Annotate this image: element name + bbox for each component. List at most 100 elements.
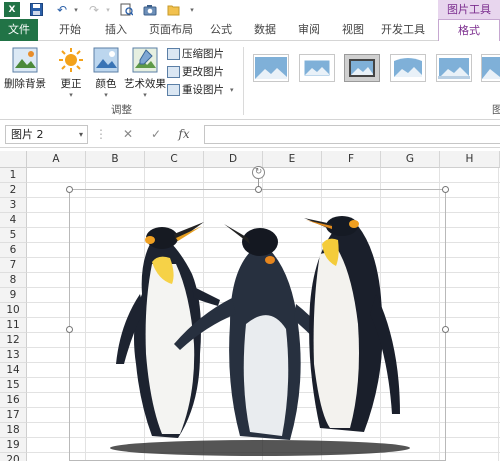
- row-header-2[interactable]: 2: [0, 183, 27, 198]
- customize-quick-access-icon[interactable]: ▾: [184, 2, 200, 17]
- tab-data[interactable]: 数据: [248, 19, 282, 41]
- tab-format[interactable]: 格式: [438, 19, 500, 42]
- formula-bar: 图片 2 ▾ ⋮ ✕ ✓ fx: [0, 120, 500, 148]
- chevron-down-icon: ▾: [104, 91, 108, 99]
- row-header-16[interactable]: 16: [0, 393, 27, 408]
- compress-pictures-button[interactable]: 压缩图片: [167, 46, 224, 61]
- open-folder-icon[interactable]: [166, 2, 182, 17]
- group-label-adjust: 调整: [111, 104, 132, 116]
- tab-developer[interactable]: 开发工具: [376, 19, 430, 41]
- change-picture-icon: [167, 65, 180, 78]
- tab-formulas[interactable]: 公式: [204, 19, 238, 41]
- reset-picture-icon: [167, 83, 180, 96]
- tab-review[interactable]: 审阅: [292, 19, 326, 41]
- redo-dropdown-icon[interactable]: ▾: [100, 2, 116, 17]
- column-header-H[interactable]: H: [440, 151, 500, 168]
- chevron-down-icon: ▾: [143, 91, 147, 99]
- tab-home[interactable]: 开始: [50, 19, 90, 41]
- row-header-5[interactable]: 5: [0, 228, 27, 243]
- remove-background-icon: [12, 47, 38, 73]
- compress-pictures-label: 压缩图片: [182, 48, 224, 60]
- group-label-picture-styles: 图: [492, 104, 500, 116]
- tab-page-layout[interactable]: 页面布局: [142, 19, 200, 41]
- row-header-19[interactable]: 19: [0, 438, 27, 453]
- row-header-20[interactable]: 20: [0, 453, 27, 461]
- column-header-D[interactable]: D: [204, 151, 263, 168]
- row-header-12[interactable]: 12: [0, 333, 27, 348]
- column-header-C[interactable]: C: [145, 151, 204, 168]
- corrections-button[interactable]: 更正 ▾: [56, 47, 86, 99]
- sun-icon: [58, 47, 84, 73]
- penguin-right: [304, 216, 400, 432]
- column-header-E[interactable]: E: [263, 151, 322, 168]
- resize-handle-right[interactable]: [442, 326, 449, 333]
- insert-function-icon[interactable]: fx: [176, 126, 192, 142]
- tab-insert[interactable]: 插入: [96, 19, 136, 41]
- row-header-13[interactable]: 13: [0, 348, 27, 363]
- cancel-icon[interactable]: ✕: [120, 126, 136, 142]
- picture-style-5[interactable]: [436, 54, 472, 82]
- resize-handle-left[interactable]: [66, 326, 73, 333]
- color-picture-icon: [93, 47, 119, 73]
- row-header-6[interactable]: 6: [0, 243, 27, 258]
- enter-icon[interactable]: ✓: [148, 126, 164, 142]
- row-header-4[interactable]: 4: [0, 213, 27, 228]
- chevron-down-icon[interactable]: ▾: [230, 86, 234, 94]
- picture-style-4[interactable]: [390, 54, 426, 82]
- ribbon-format: 删除背景 更正 ▾ 颜色 ▾ 艺术效果 ▾ 压缩图片 更改图片 重设图片 ▾ 调…: [0, 41, 500, 120]
- camera-icon[interactable]: [142, 2, 158, 17]
- row-header-3[interactable]: 3: [0, 198, 27, 213]
- resize-handle-top[interactable]: [255, 186, 262, 193]
- more-options-icon: ⋮: [95, 127, 107, 141]
- picture-tools-header: 图片工具: [438, 0, 500, 19]
- tab-file[interactable]: 文件: [0, 19, 38, 41]
- resize-handle-top-left[interactable]: [66, 186, 73, 193]
- name-box-value: 图片 2: [11, 128, 44, 141]
- tab-view[interactable]: 视图: [336, 19, 370, 41]
- row-header-10[interactable]: 10: [0, 303, 27, 318]
- select-all-corner[interactable]: [0, 151, 27, 168]
- excel-logo-icon: X: [4, 2, 20, 17]
- name-box[interactable]: 图片 2 ▾: [5, 125, 88, 144]
- column-header-G[interactable]: G: [381, 151, 440, 168]
- print-preview-icon[interactable]: [118, 2, 134, 17]
- picture-style-2[interactable]: [299, 54, 335, 82]
- row-header-17[interactable]: 17: [0, 408, 27, 423]
- column-header-A[interactable]: A: [27, 151, 86, 168]
- resize-handle-top-right[interactable]: [442, 186, 449, 193]
- reset-picture-label: 重设图片: [182, 84, 224, 96]
- picture-style-6[interactable]: [481, 54, 500, 82]
- change-picture-button[interactable]: 更改图片: [167, 64, 224, 79]
- chevron-down-icon: ▾: [69, 91, 73, 99]
- color-button[interactable]: 颜色 ▾: [91, 47, 121, 99]
- artistic-effects-icon: [132, 47, 158, 73]
- save-icon[interactable]: [28, 2, 44, 17]
- row-header-1[interactable]: 1: [0, 168, 27, 183]
- row-header-15[interactable]: 15: [0, 378, 27, 393]
- change-picture-label: 更改图片: [182, 66, 224, 78]
- row-header-7[interactable]: 7: [0, 258, 27, 273]
- rotate-handle-icon[interactable]: ↻: [252, 166, 265, 179]
- chevron-down-icon[interactable]: ▾: [79, 126, 83, 143]
- artistic-effects-label: 艺术效果: [124, 78, 166, 90]
- group-separator: [243, 47, 244, 115]
- row-header-8[interactable]: 8: [0, 273, 27, 288]
- ribbon-tabs: 文件 开始 插入 页面布局 公式 数据 审阅 视图 开发工具 格式: [0, 19, 500, 42]
- formula-input[interactable]: [204, 125, 500, 144]
- corrections-label: 更正: [60, 78, 82, 90]
- color-label: 颜色: [95, 78, 117, 90]
- undo-dropdown-icon[interactable]: ▾: [68, 2, 84, 17]
- picture-style-3[interactable]: [344, 54, 380, 82]
- reset-picture-button[interactable]: 重设图片 ▾: [167, 82, 234, 97]
- column-header-B[interactable]: B: [86, 151, 145, 168]
- title-bar: X ↶ ▾ ↷ ▾ ▾ 图片工具: [0, 0, 500, 19]
- compress-icon: [167, 47, 180, 60]
- picture-style-1[interactable]: [253, 54, 289, 82]
- remove-background-button[interactable]: 删除背景: [3, 47, 47, 91]
- column-header-F[interactable]: F: [322, 151, 381, 168]
- row-header-18[interactable]: 18: [0, 423, 27, 438]
- row-header-9[interactable]: 9: [0, 288, 27, 303]
- artistic-effects-button[interactable]: 艺术效果 ▾: [124, 47, 166, 99]
- row-header-11[interactable]: 11: [0, 318, 27, 333]
- row-header-14[interactable]: 14: [0, 363, 27, 378]
